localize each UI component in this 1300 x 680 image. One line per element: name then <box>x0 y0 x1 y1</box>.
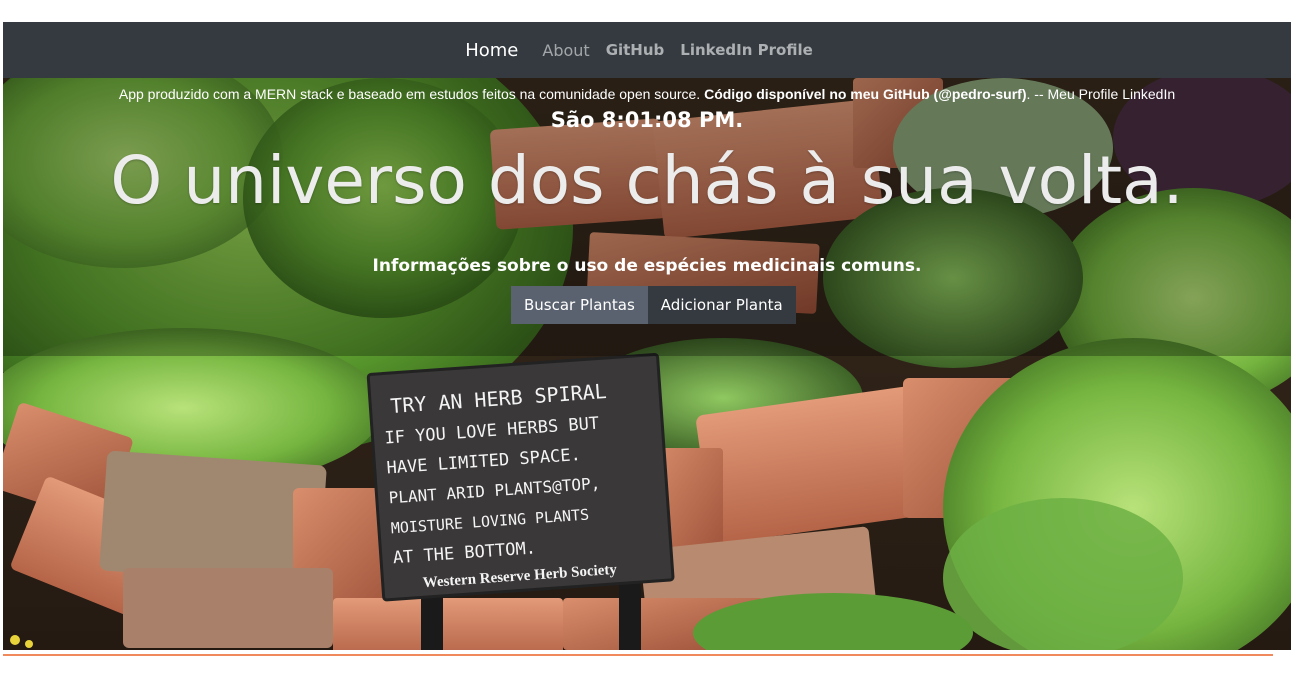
linkedin-credit-link[interactable]: . -- Meu Profile LinkedIn <box>1027 86 1176 102</box>
herb-spiral-sign: TRY AN HERB SPIRAL IF YOU LOVE HERBS BUT… <box>366 353 675 602</box>
hero-section: TRY AN HERB SPIRAL IF YOU LOVE HERBS BUT… <box>3 78 1291 650</box>
credits-prefix: App produzido com a MERN stack e baseado… <box>118 86 701 102</box>
hero-subtitle: Informações sobre o uso de espécies medi… <box>372 256 922 276</box>
hero-button-group: Buscar Plantas Adicionar Planta <box>511 286 796 324</box>
nav-about-link[interactable]: About <box>542 41 589 60</box>
page: Home About GitHub LinkedIn Profile TRY A… <box>3 22 1291 650</box>
navbar: Home About GitHub LinkedIn Profile <box>3 22 1291 78</box>
search-plants-button[interactable]: Buscar Plantas <box>511 286 648 324</box>
nav-github-link[interactable]: GitHub <box>606 41 665 59</box>
clock-text: São 8:01:08 PM. <box>550 108 744 132</box>
page-title: O universo dos chás à sua volta. <box>110 142 1184 219</box>
footer-divider <box>3 654 1273 656</box>
github-credit-link[interactable]: Código disponível no meu GitHub (@pedro-… <box>704 86 1026 102</box>
add-plant-button[interactable]: Adicionar Planta <box>647 286 796 324</box>
nav-linkedin-link[interactable]: LinkedIn Profile <box>680 41 812 59</box>
nav-home-link[interactable]: Home <box>465 40 518 61</box>
credits-text: App produzido com a MERN stack e baseado… <box>3 86 1291 102</box>
